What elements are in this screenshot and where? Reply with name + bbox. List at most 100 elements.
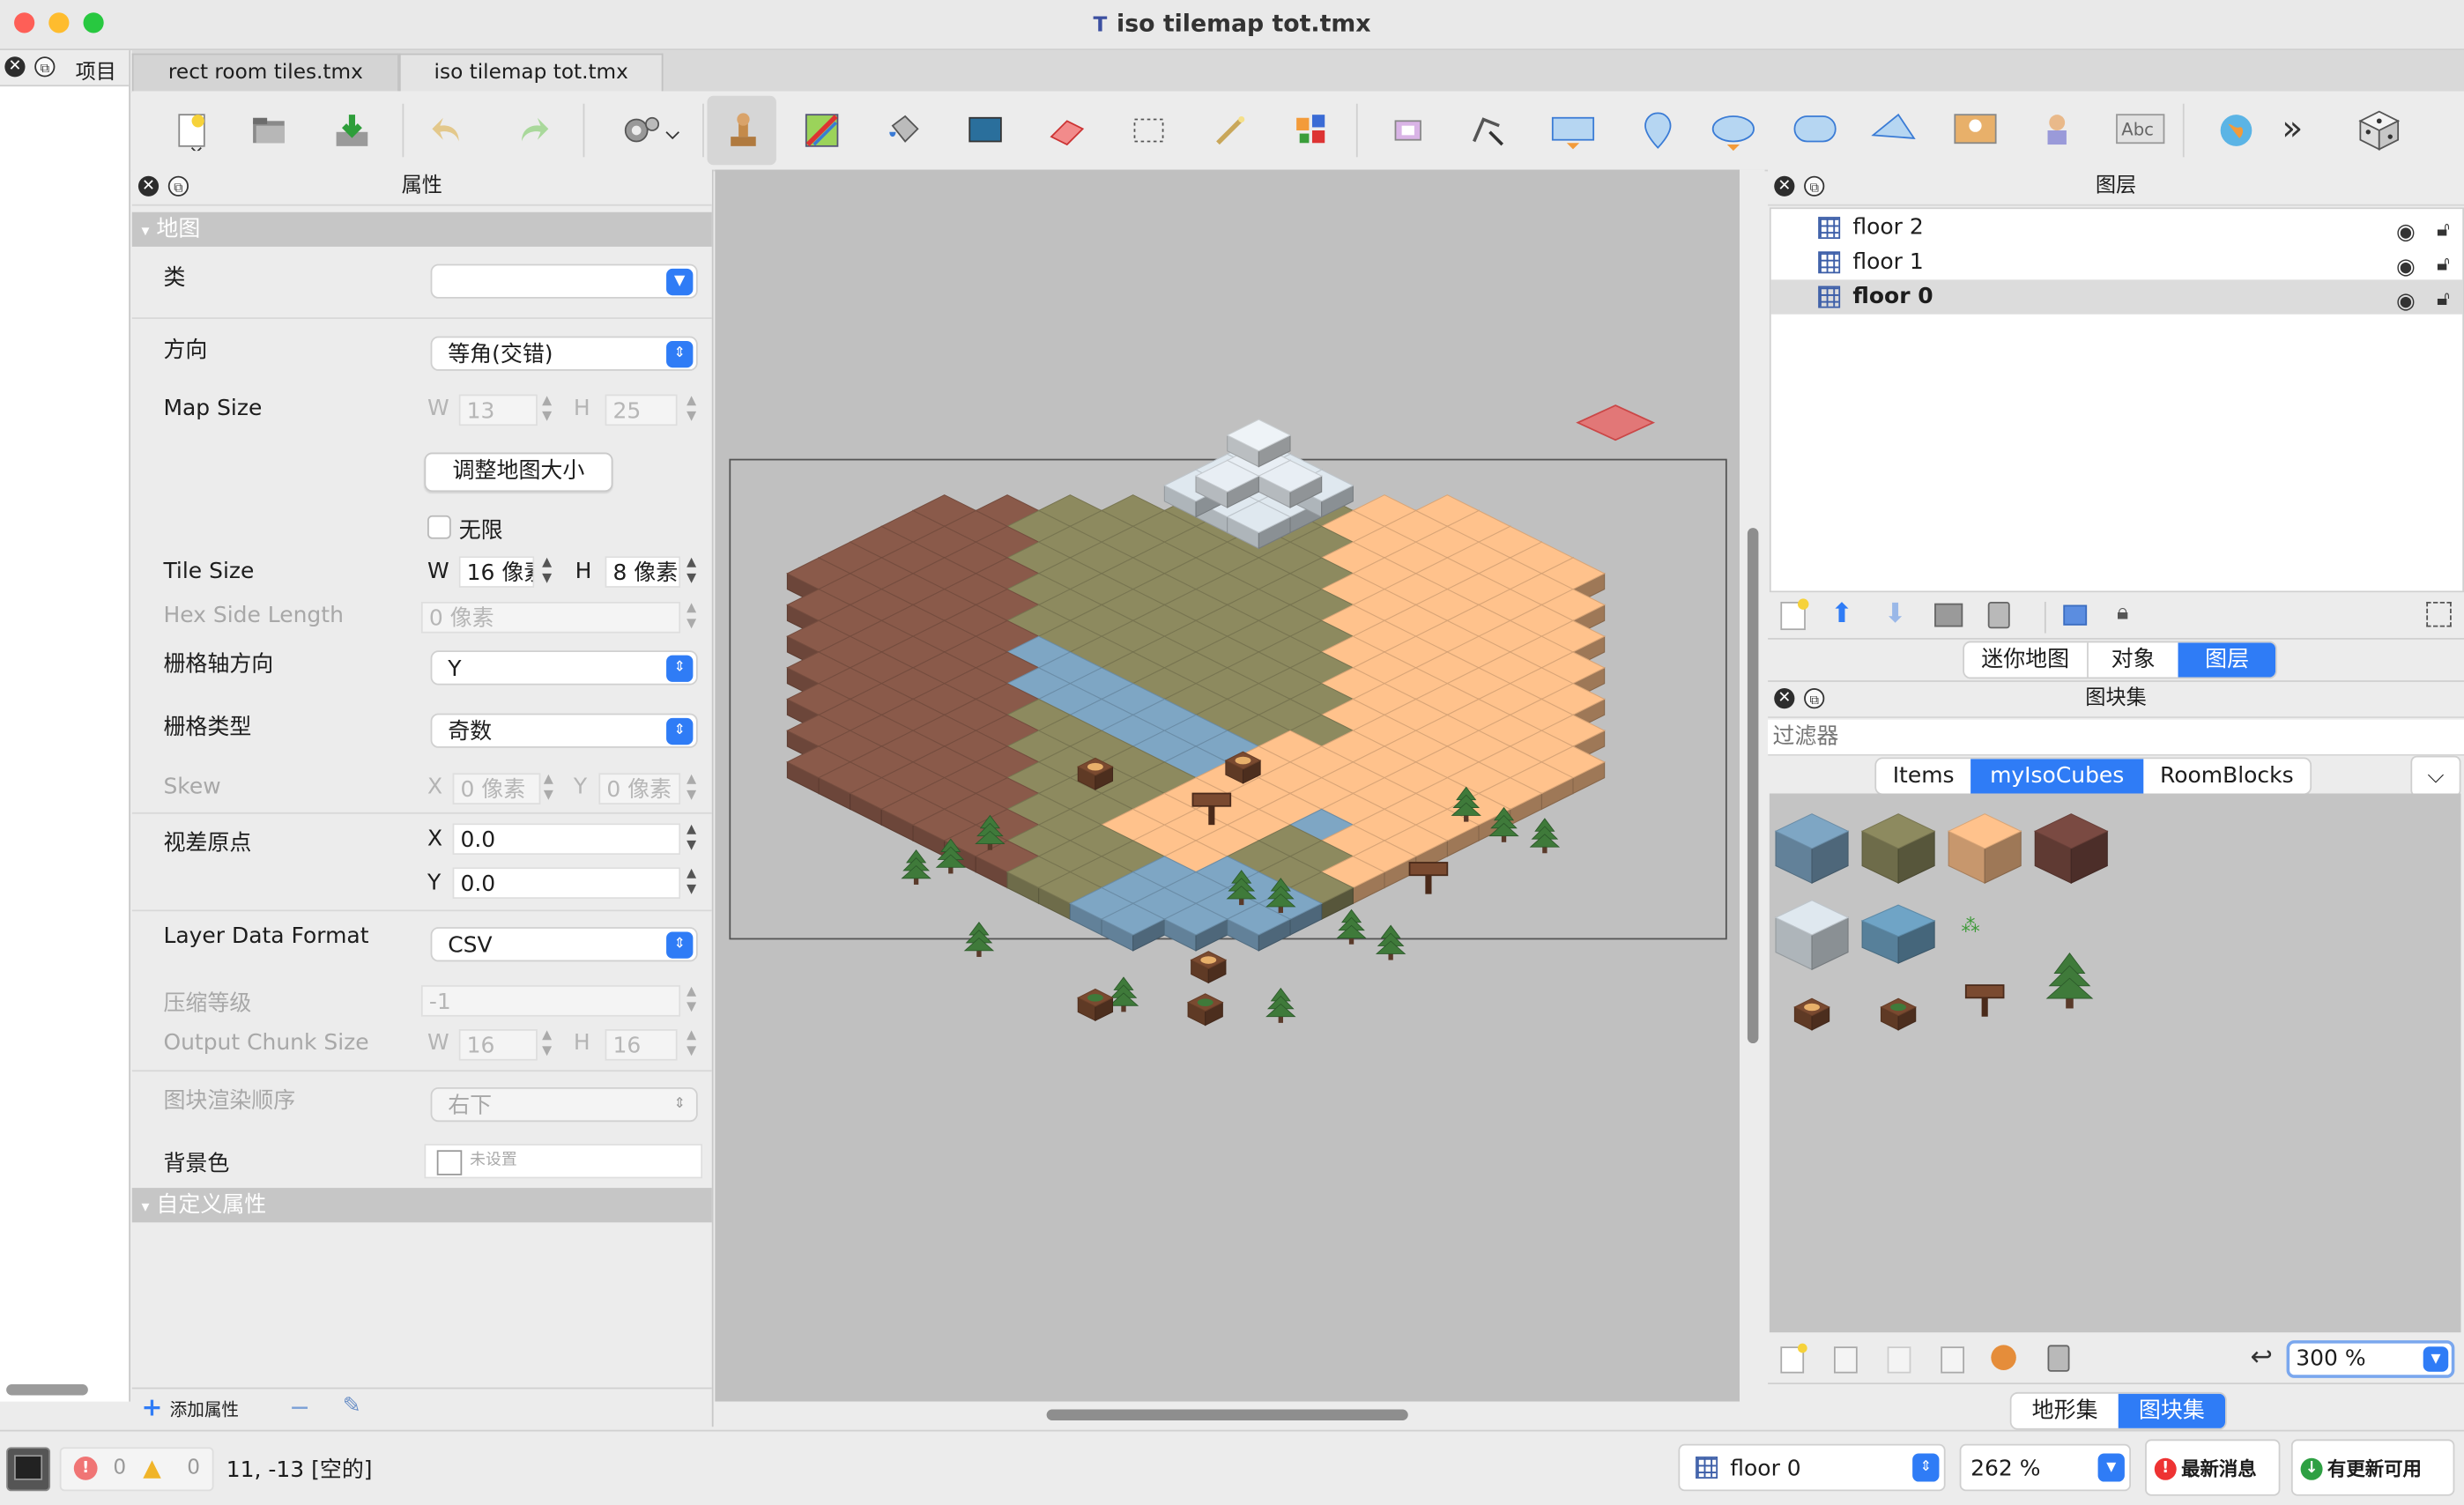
new-tileset-icon[interactable] <box>1780 1343 1807 1374</box>
select-objects-icon[interactable] <box>1389 110 1429 151</box>
shape-fill-icon[interactable] <box>965 110 1006 151</box>
close-panel-icon[interactable]: ✕ <box>137 175 160 196</box>
minus-icon[interactable]: − <box>289 1392 310 1422</box>
lower-layer-icon[interactable]: ⬇ <box>1884 598 1906 630</box>
layer-row-floor-1[interactable]: floor 1 ◉ 🔓︎ <box>1771 245 2463 279</box>
remove-tileset-icon[interactable] <box>2047 1345 2070 1372</box>
tab-items[interactable]: Items <box>1876 759 1970 793</box>
chunk-height-field[interactable]: 16 <box>605 1028 678 1061</box>
dynamic-wrapping-icon[interactable]: ↩ <box>2251 1342 2273 1374</box>
new-map-icon[interactable] <box>173 110 213 152</box>
select-same-tile-icon[interactable] <box>1292 110 1332 151</box>
chunk-width-stepper[interactable]: ▲ ▼ <box>539 1027 555 1062</box>
save-icon[interactable] <box>331 110 372 151</box>
skew-y-stepper[interactable]: ▲ ▼ <box>684 772 700 806</box>
world-tool-icon[interactable] <box>2215 110 2256 151</box>
stagger-axis-combo[interactable]: Y ⇕ <box>430 650 698 686</box>
insert-polygon-icon[interactable] <box>1870 110 1917 151</box>
undo-icon[interactable] <box>427 110 468 151</box>
tileset-menu-chevron-icon[interactable]: ⌵ <box>2410 755 2461 797</box>
float-panel-icon[interactable]: ⧉ <box>1804 175 1825 196</box>
magic-wand-icon[interactable] <box>1210 110 1251 151</box>
section-custom-header[interactable]: ▾ 自定义属性 <box>131 1188 712 1223</box>
tab-roomblocks[interactable]: RoomBlocks <box>2143 759 2310 793</box>
hex-side-stepper[interactable]: ▲ ▼ <box>684 600 700 634</box>
bucket-fill-icon[interactable] <box>883 110 924 151</box>
render-order-combo[interactable]: 右下 ⇕ <box>430 1086 698 1123</box>
tileset-view[interactable]: ⁂ <box>1769 793 2461 1333</box>
lock-icon[interactable]: 🔒︎ <box>2117 600 2128 626</box>
hscroll-thumb[interactable] <box>1046 1409 1408 1421</box>
float-panel-icon[interactable]: ⧉ <box>34 56 56 78</box>
filter-input[interactable] <box>1768 719 2436 754</box>
raise-layer-icon[interactable]: ⬆ <box>1830 598 1852 630</box>
map-width-stepper[interactable]: ▲ ▼ <box>539 393 555 427</box>
map-width-field[interactable]: 13 <box>458 394 538 426</box>
edit-tileset-icon[interactable] <box>1941 1346 1964 1374</box>
section-map-header[interactable]: ▾ 地图 <box>131 211 712 247</box>
insert-ellipse-icon[interactable] <box>1710 110 1756 152</box>
layer-row-floor-2[interactable]: floor 2 ◉ 🔓︎ <box>1771 211 2463 245</box>
unlock-icon[interactable]: 🔓︎ <box>2437 214 2450 248</box>
highlight-layer-icon[interactable] <box>2426 601 2452 627</box>
add-property-button[interactable]: 添加属性 <box>170 1397 239 1422</box>
insert-capsule-icon[interactable] <box>1792 110 1838 151</box>
export-tileset-icon[interactable] <box>1887 1346 1911 1374</box>
orientation-combo[interactable]: 等角(交错) ⇕ <box>430 336 698 371</box>
bg-color-picker[interactable]: 未设置 <box>424 1144 703 1179</box>
zoom-combo[interactable]: 262 % ▼ <box>1959 1443 2132 1492</box>
class-combo[interactable]: ▼ <box>430 263 698 299</box>
layer-row-floor-0[interactable]: floor 0 ◉ 🔓︎ <box>1770 279 2463 315</box>
map-canvas[interactable] <box>715 169 1740 1402</box>
tile-height-stepper[interactable]: ▲ ▼ <box>684 554 700 589</box>
infinite-checkbox[interactable] <box>427 515 451 539</box>
map-height-field[interactable]: 25 <box>605 394 678 426</box>
skew-x-stepper[interactable]: ▲ ▼ <box>540 772 556 806</box>
stagger-index-combo[interactable]: 奇数 ⇕ <box>430 713 698 748</box>
rect-select-icon[interactable] <box>1128 110 1169 151</box>
random-mode-icon[interactable] <box>2354 105 2404 155</box>
close-panel-icon[interactable]: ✕ <box>4 56 26 78</box>
console-icon[interactable] <box>6 1447 51 1492</box>
embed-tileset-icon[interactable] <box>1833 1346 1858 1374</box>
iso-map-view[interactable] <box>715 170 1740 1402</box>
compression-field[interactable]: -1 <box>420 985 681 1017</box>
chunk-width-field[interactable]: 16 <box>458 1028 538 1061</box>
news-button[interactable]: ! 最新消息 <box>2145 1439 2281 1496</box>
parallax-y-field[interactable]: 0.0 <box>452 867 681 899</box>
tab-objects[interactable]: 对象 <box>2086 642 2178 678</box>
close-panel-icon[interactable]: ✕ <box>1774 688 1795 709</box>
tile-width-stepper[interactable]: ▲ ▼ <box>539 554 555 589</box>
more-icon[interactable]: » <box>2282 110 2303 150</box>
tab-myisocubes[interactable]: myIsoCubes <box>1970 759 2144 794</box>
parallax-x-field[interactable]: 0.0 <box>452 823 681 856</box>
delete-layer-icon[interactable] <box>1987 601 2010 629</box>
eraser-icon[interactable] <box>1047 110 1087 151</box>
eye-icon[interactable]: ◉ <box>2396 285 2416 319</box>
plus-icon[interactable]: + <box>141 1392 162 1422</box>
duplicate-layer-icon[interactable] <box>1934 603 1963 627</box>
pencil-icon[interactable]: ✎ <box>343 1394 361 1420</box>
insert-text-icon[interactable]: Abc <box>2115 110 2165 151</box>
insert-template-icon[interactable] <box>2033 110 2080 151</box>
skew-y-field[interactable]: 0 像素 <box>598 773 681 804</box>
parallax-y-stepper[interactable]: ▲ ▼ <box>684 866 700 901</box>
insert-rectangle-icon[interactable] <box>1549 110 1596 151</box>
open-icon[interactable] <box>249 110 289 151</box>
map-height-stepper[interactable]: ▲ ▼ <box>684 393 700 427</box>
command-gear-icon[interactable] <box>620 110 682 151</box>
show-hide-others-icon[interactable] <box>2063 604 2088 626</box>
unlock-icon[interactable]: 🔓︎ <box>2437 248 2450 283</box>
resize-map-button[interactable]: 调整地图大小 <box>424 452 613 493</box>
new-layer-icon[interactable] <box>1780 598 1809 631</box>
edit-polygons-icon[interactable] <box>1468 110 1509 151</box>
tileset-zoom-combo[interactable]: 300 % ▼ <box>2286 1340 2455 1378</box>
canvas-hscrollbar[interactable] <box>715 1401 1765 1427</box>
insert-tile-icon[interactable] <box>1952 110 1999 151</box>
stamp-brush-icon[interactable] <box>723 110 763 151</box>
tile-height-field[interactable]: 8 像素 <box>605 556 681 588</box>
layer-format-combo[interactable]: CSV ⇕ <box>430 927 698 962</box>
project-hscrollbar[interactable] <box>6 1383 88 1396</box>
chunk-height-stepper[interactable]: ▲ ▼ <box>684 1027 700 1062</box>
replace-tileset-icon[interactable] <box>1991 1345 2016 1370</box>
